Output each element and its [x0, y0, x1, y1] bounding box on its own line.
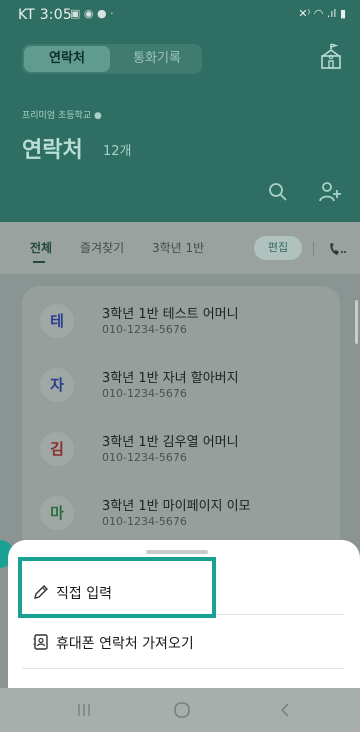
contact-phone: 010-1234-5676 — [102, 323, 187, 336]
back-icon[interactable] — [274, 700, 298, 720]
status-bar: KT 3:05 ▣ ◉ ● · ✕⁾ ◠ .ıl ▮ — [0, 0, 360, 30]
contact-name: 3학년 1반 마이페이지 이모 — [102, 499, 251, 514]
search-icon[interactable] — [268, 182, 288, 202]
filter-tabs: 전체 즐겨찾기 3학년 1반 편집 — [0, 222, 360, 274]
scrollbar[interactable] — [355, 300, 358, 344]
contact-list: 테 3학년 1반 테스트 어머니 010-1234-5676 자 3학년 1반 … — [0, 274, 360, 556]
contact-row[interactable]: 자 3학년 1반 자녀 할아버지 010-1234-5676 — [22, 354, 340, 418]
status-time: KT 3:05 — [18, 7, 72, 23]
contact-phone: 010-1234-5676 — [102, 451, 187, 464]
contact-name: 3학년 1반 자녀 할아버지 — [102, 371, 239, 386]
page-title: 연락처 — [22, 138, 83, 163]
premium-label: 프리미엄 초등학교 ● — [22, 111, 102, 121]
avatar: 마 — [40, 496, 74, 530]
avatar: 자 — [40, 368, 74, 402]
import-contacts-label: 휴대폰 연락처 가져오기 — [56, 636, 194, 652]
recent-apps-icon[interactable] — [72, 700, 96, 720]
tab-class[interactable]: 3학년 1반 — [152, 239, 204, 256]
contact-phone: 010-1234-5676 — [102, 387, 187, 400]
status-left-icons: ▣ ◉ ● · — [70, 7, 114, 20]
contact-row[interactable]: 마 3학년 1반 마이페이지 이모 010-1234-5676 — [22, 482, 340, 546]
contacts-header: 연락처 통화기록 프리미엄 초등학교 ● 연락처 12개 — [0, 30, 360, 222]
tab-contacts[interactable]: 연락처 — [24, 46, 110, 72]
system-nav-bar — [0, 688, 360, 732]
contact-count: 12개 — [103, 144, 132, 159]
segmented-control: 연락처 통화기록 — [22, 44, 202, 74]
add-user-icon[interactable] — [318, 180, 342, 204]
avatar: 김 — [40, 432, 74, 466]
tab-call-log[interactable]: 통화기록 — [114, 46, 200, 72]
avatar: 테 — [40, 304, 74, 338]
contact-card: 테 3학년 1반 테스트 어머니 010-1234-5676 자 3학년 1반 … — [22, 286, 340, 556]
active-tab-indicator — [33, 261, 45, 263]
home-icon[interactable] — [170, 700, 194, 720]
school-icon[interactable] — [318, 42, 344, 70]
info-icon: ● — [93, 111, 102, 121]
tab-divider — [313, 242, 314, 256]
edit-button[interactable]: 편집 — [254, 236, 302, 260]
status-right-icons: ✕⁾ ◠ .ıl ▮ — [298, 7, 346, 20]
import-contacts-option[interactable]: 휴대폰 연락처 가져오기 — [18, 620, 348, 664]
contact-name: 3학년 1반 테스트 어머니 — [102, 307, 239, 322]
tab-all[interactable]: 전체 — [30, 239, 52, 256]
call-icon[interactable] — [328, 241, 346, 257]
contact-row[interactable]: 김 3학년 1반 김우열 어머니 010-1234-5676 — [22, 418, 340, 482]
contact-row[interactable]: 테 3학년 1반 테스트 어머니 010-1234-5676 — [22, 290, 340, 354]
contacts-book-icon — [33, 634, 48, 650]
highlight-box — [18, 557, 216, 618]
divider — [22, 668, 344, 669]
contact-phone: 010-1234-5676 — [102, 515, 187, 528]
sheet-handle[interactable] — [146, 550, 208, 554]
contact-name: 3학년 1반 김우열 어머니 — [102, 435, 239, 450]
tab-favorites[interactable]: 즐겨찾기 — [80, 239, 124, 256]
